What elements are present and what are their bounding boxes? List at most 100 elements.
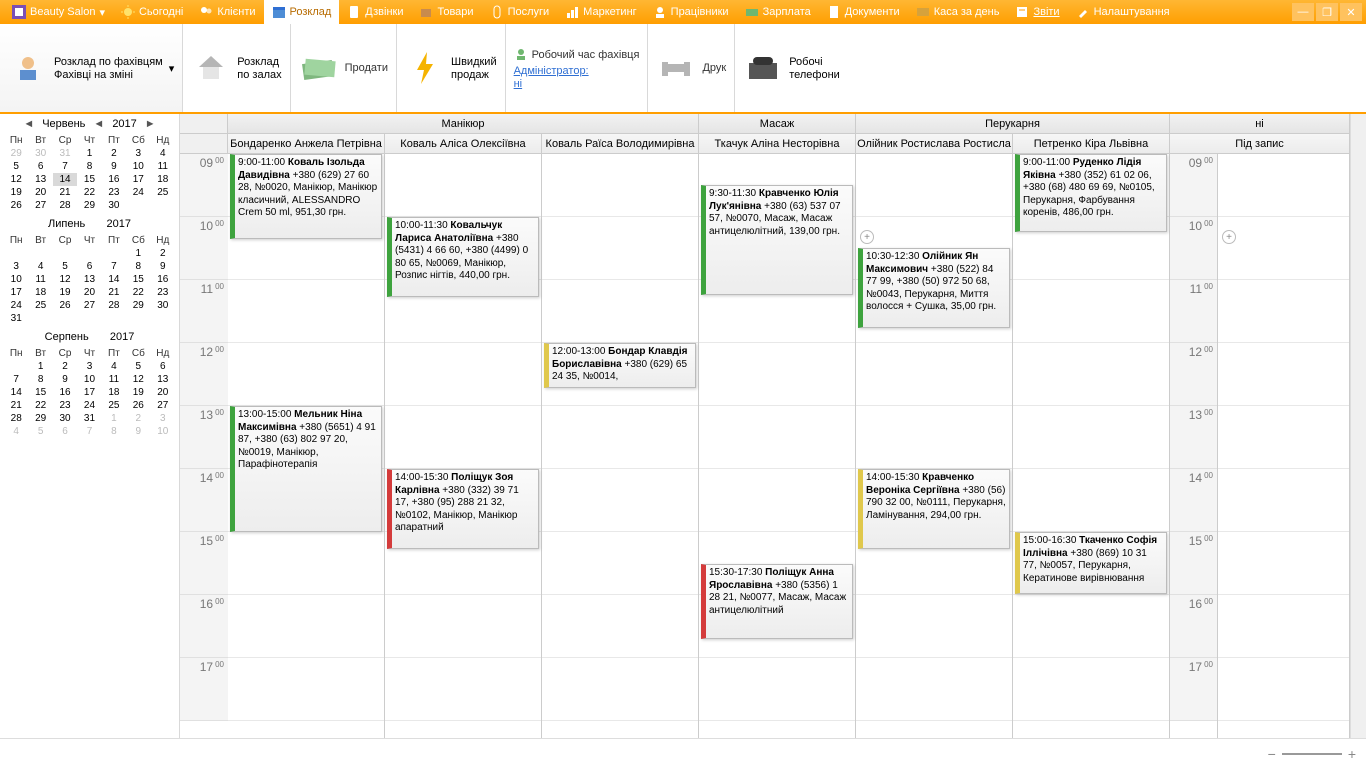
prev-year[interactable]: ◄ bbox=[91, 118, 106, 130]
time-col-right: 0900 1000 1100 1200 1300 1400 1500 1600 … bbox=[1170, 154, 1218, 738]
menu-goods[interactable]: Товари bbox=[411, 0, 481, 24]
gridcol-5[interactable]: 9:00-11:00 Руденко Лідія Яківна +380 (35… bbox=[1013, 154, 1170, 738]
event[interactable]: 9:00-11:00 Руденко Лідія Яківна +380 (35… bbox=[1015, 154, 1167, 232]
menu-workers[interactable]: Працівники bbox=[645, 0, 737, 24]
add-slot[interactable]: + bbox=[860, 230, 874, 244]
menu-services[interactable]: Послуги bbox=[482, 0, 558, 24]
event[interactable]: 12:00-13:00 Бондар Клавдія Бориславівна … bbox=[544, 343, 696, 388]
gridcol-0[interactable]: 9:00-11:00 Коваль Ізольда Давидівна +380… bbox=[228, 154, 385, 738]
ribbon-qs-l2: продаж bbox=[451, 69, 497, 81]
printer-icon bbox=[656, 48, 696, 88]
cat-manicure[interactable]: Манікюр bbox=[228, 114, 699, 133]
app-icon bbox=[12, 5, 26, 19]
work-hours-admin-link[interactable]: Адміністратор: bbox=[514, 65, 589, 77]
schedule-area: Манікюр Масаж Перукарня ні Бондаренко Ан… bbox=[180, 114, 1350, 738]
year2-label: 2017 bbox=[106, 218, 130, 230]
money-stack-icon bbox=[299, 48, 339, 88]
event[interactable]: 13:00-15:00 Мельник Ніна Максимівна +380… bbox=[230, 406, 382, 532]
menu-schedule[interactable]: Розклад bbox=[264, 0, 340, 24]
event[interactable]: 15:30-17:30 Поліщук Анна Ярославівна +38… bbox=[701, 564, 853, 639]
chart-icon bbox=[565, 5, 579, 19]
event[interactable]: 14:00-15:30 Кравченко Вероніка Сергіївна… bbox=[858, 469, 1010, 549]
event[interactable]: 10:30-12:30 Олійник Ян Максимович +380 (… bbox=[858, 248, 1010, 328]
money-icon bbox=[745, 5, 759, 19]
gridcol-2[interactable]: 12:00-13:00 Бондар Клавдія Бориславівна … bbox=[542, 154, 699, 738]
gridcol-1[interactable]: 10:00-11:30 Ковальчук Лариса Анатоліївна… bbox=[385, 154, 542, 738]
emp-6[interactable]: Під запис bbox=[1170, 134, 1350, 153]
calendar-june[interactable]: ПнВтСрЧтПтСбНд 2930311234 567891011 1213… bbox=[4, 134, 175, 212]
ribbon-qs-l1: Швидкий bbox=[451, 56, 497, 68]
emp-5[interactable]: Петренко Кіра Львівна bbox=[1013, 134, 1170, 153]
emp-4[interactable]: Олійник Ростислава Ростисла bbox=[856, 134, 1013, 153]
menu-cash[interactable]: Каса за день bbox=[908, 0, 1008, 24]
year3-label: 2017 bbox=[110, 331, 134, 343]
menu-calls[interactable]: Дзвінки bbox=[339, 0, 411, 24]
prev-month[interactable]: ◄ bbox=[21, 118, 36, 130]
scrollbar-right[interactable] bbox=[1350, 114, 1366, 738]
ribbon-schedule-by[interactable]: Розклад по фахівцямФахівці на зміні ▾ bbox=[0, 24, 183, 112]
menu-marketing-label: Маркетинг bbox=[583, 6, 636, 18]
emp-3[interactable]: Ткачук Аліна Несторівна bbox=[699, 134, 856, 153]
menu-clients-label: Клієнти bbox=[217, 6, 255, 18]
event[interactable]: 14:00-15:30 Поліщук Зоя Карлівна +380 (3… bbox=[387, 469, 539, 549]
app-title[interactable]: Beauty Salon ▾ bbox=[4, 0, 113, 24]
window-close[interactable]: ✕ bbox=[1340, 3, 1362, 21]
zoom-slider[interactable] bbox=[1282, 753, 1342, 755]
sun-icon bbox=[121, 5, 135, 19]
event[interactable]: 10:00-11:30 Ковальчук Лариса Анатоліївна… bbox=[387, 217, 539, 297]
emp-0[interactable]: Бондаренко Анжела Петрівна bbox=[228, 134, 385, 153]
zoom-in[interactable]: + bbox=[1348, 746, 1356, 762]
zoom-out[interactable]: − bbox=[1268, 746, 1276, 762]
work-hours-value-link[interactable]: ні bbox=[514, 78, 523, 90]
event[interactable]: 15:00-16:30 Ткаченко Софія Іллічівна +38… bbox=[1015, 532, 1167, 594]
ribbon-quick-sale[interactable]: Швидкийпродаж bbox=[397, 24, 506, 112]
event[interactable]: 9:00-11:00 Коваль Ізольда Давидівна +380… bbox=[230, 154, 382, 239]
cat-none[interactable]: ні bbox=[1170, 114, 1350, 133]
menu-reports[interactable]: Звіти bbox=[1007, 0, 1067, 24]
ribbon-rooms-l1: Розклад bbox=[237, 56, 281, 68]
left-calendar-panel: ◄ Червень ◄ 2017 ► ПнВтСрЧтПтСбНд 293031… bbox=[0, 114, 180, 738]
menu-marketing[interactable]: Маркетинг bbox=[557, 0, 644, 24]
ribbon-phones[interactable]: Робочітелефони bbox=[735, 24, 848, 112]
menu-calls-label: Дзвінки bbox=[365, 6, 403, 18]
gridcol-4[interactable]: + 10:30-12:30 Олійник Ян Максимович +380… bbox=[856, 154, 1013, 738]
menu-today[interactable]: Сьогодні bbox=[113, 0, 191, 24]
cash-icon bbox=[916, 5, 930, 19]
calendar-august[interactable]: ПнВтСрЧтПтСбНд 123456 78910111213 141516… bbox=[4, 347, 175, 438]
month3-label: Серпень bbox=[45, 331, 89, 343]
calendar-july[interactable]: ПнВтСрЧтПтСбНд 12 3456789 10111213141516… bbox=[4, 234, 175, 325]
menu-clients[interactable]: Клієнти bbox=[191, 0, 263, 24]
window-restore[interactable]: ❐ bbox=[1316, 3, 1338, 21]
add-slot[interactable]: + bbox=[1222, 230, 1236, 244]
menu-schedule-label: Розклад bbox=[290, 6, 332, 18]
cat-massage[interactable]: Масаж bbox=[699, 114, 856, 133]
person-badge-icon bbox=[8, 48, 48, 88]
gridcol-6[interactable]: + bbox=[1218, 154, 1350, 738]
ribbon-sell[interactable]: Продати bbox=[291, 24, 397, 112]
dropdown-icon: ▾ bbox=[169, 62, 175, 75]
menu-settings[interactable]: Налаштування bbox=[1068, 0, 1178, 24]
event[interactable]: 9:30-11:30 Кравченко Юлія Лук'янівна +38… bbox=[701, 185, 853, 295]
menu-workers-label: Працівники bbox=[671, 6, 729, 18]
grid-cols: 9:00-11:00 Коваль Ізольда Давидівна +380… bbox=[228, 154, 1350, 738]
emp-1[interactable]: Коваль Аліса Олексіївна bbox=[385, 134, 542, 153]
emp-2[interactable]: Коваль Раїса Володимирівна bbox=[542, 134, 699, 153]
menu-docs[interactable]: Документи bbox=[819, 0, 908, 24]
app-title-label: Beauty Salon bbox=[30, 6, 95, 18]
ribbon-print[interactable]: Друк bbox=[648, 24, 735, 112]
gridcol-3[interactable]: 9:30-11:30 Кравченко Юлія Лук'янівна +38… bbox=[699, 154, 856, 738]
month-nav-3: Серпень 2017 bbox=[4, 331, 175, 343]
next-year[interactable]: ► bbox=[143, 118, 158, 130]
window-minimize[interactable]: — bbox=[1292, 3, 1314, 21]
menu-salary[interactable]: Зарплата bbox=[737, 0, 819, 24]
menubar: Beauty Salon ▾ Сьогодні Клієнти Розклад … bbox=[0, 0, 1366, 24]
ribbon-schedule-rooms[interactable]: Розкладпо залах bbox=[183, 24, 290, 112]
report-icon bbox=[1015, 5, 1029, 19]
lightning-icon bbox=[405, 48, 445, 88]
category-bar: Манікюр Масаж Перукарня ні bbox=[180, 114, 1350, 134]
house-icon bbox=[191, 48, 231, 88]
wrench-icon bbox=[1076, 5, 1090, 19]
cat-hair[interactable]: Перукарня bbox=[856, 114, 1170, 133]
month-nav-2: Липень 2017 bbox=[4, 218, 175, 230]
calendar-icon bbox=[272, 5, 286, 19]
